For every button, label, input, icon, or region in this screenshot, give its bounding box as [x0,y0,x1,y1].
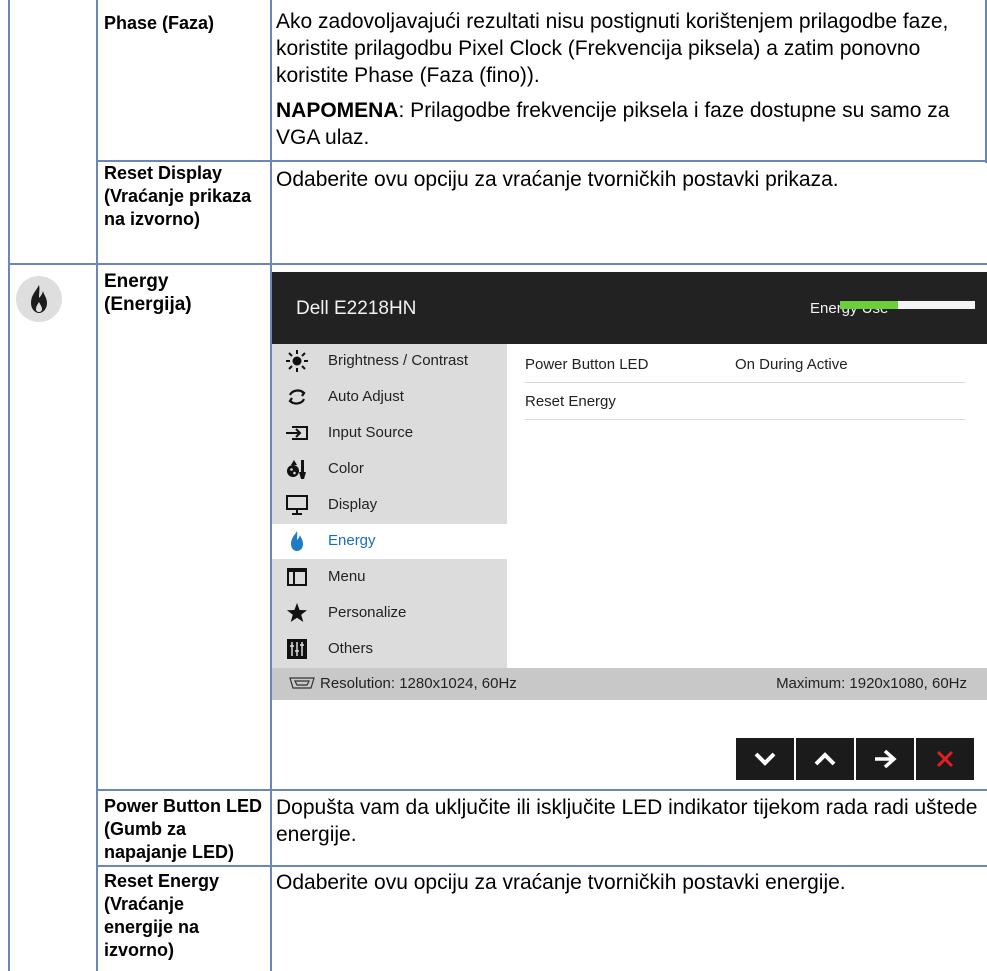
auto-adjust-icon [285,385,309,409]
desc-phase-text: Ako zadovoljavajući rezultati nisu posti… [276,10,949,87]
term-energy: Energy (Energija) [104,271,192,315]
vga-connector-icon [289,677,315,689]
resolution-text: Resolution: 1280x1024, 60Hz [320,675,517,692]
osd-menu-label: Input Source [328,424,414,441]
desc-power-button-led: Dopušta vam da uključite ili isključite … [276,796,978,846]
sun-icon [285,349,309,373]
right-arrow-icon [875,749,897,769]
osd-menu-label: Auto Adjust [328,388,404,405]
close-icon [936,750,954,768]
max-resolution-text: Maximum: 1920x1080, 60Hz [776,675,967,692]
osd-menu-item-auto-adjust[interactable]: Auto Adjust [272,380,507,415]
osd-menu-label: Energy [328,532,376,549]
desc-phase: Ako zadovoljavajući rezultati nisu posti… [276,8,982,151]
option-name: Power Button LED [525,356,649,373]
osd-option-reset-energy[interactable]: Reset Energy [525,383,965,420]
term-phase: Phase (Faza) [104,13,215,33]
note-phase: NAPOMENA: Prilagodbe frekvencije piksela… [276,97,982,151]
option-name: Reset Energy [525,393,616,410]
note-label: NAPOMENA [276,99,399,122]
osd-header: Dell E2218HN Energy Use [272,272,987,344]
term-power-button-led: Power Button LED (Gumb za napajanje LED) [104,796,262,862]
down-button[interactable] [736,738,794,780]
osd-menu-item-brightness-contrast[interactable]: Brightness / Contrast [272,344,507,379]
energy-use-bar-fill [840,301,899,309]
input-source-icon [285,421,309,445]
osd-menu-label: Color [328,460,364,477]
flame-icon [31,285,47,313]
osd-nav-buttons [736,738,974,780]
osd-menu-screenshot: Dell E2218HN Energy Use Brightness / Con… [272,272,987,700]
osd-menu-label: Others [328,640,374,657]
exit-button[interactable] [916,738,974,780]
table-row-divider [96,865,987,867]
term-reset-energy: Reset Energy (Vraćanje energije na izvor… [104,871,220,960]
osd-menu-item-input-source[interactable]: Input Source [272,416,507,451]
color-icon [285,457,309,481]
energy-use-bar [840,301,975,309]
others-icon [285,637,309,661]
star-icon [285,601,309,625]
osd-menu-label: Personalize [328,604,407,621]
enter-button[interactable] [856,738,914,780]
osd-menu-label: Brightness / Contrast [328,352,469,369]
osd-title: Dell E2218HN [296,298,417,319]
down-arrow-icon [754,752,776,766]
desc-reset-energy: Odaberite ovu opciju za vraćanje tvornič… [276,871,846,894]
osd-menu-item-display[interactable]: Display [272,488,507,523]
desc-reset-display: Odaberite ovu opciju za vraćanje tvornič… [276,168,839,191]
table-border-left [8,0,10,971]
up-arrow-icon [814,752,836,766]
osd-status-bar: Resolution: 1280x1024, 60Hz Maximum: 192… [272,668,987,700]
term-reset-display: Reset Display (Vraćanje prikaza na izvor… [104,163,252,229]
energy-section-icon [16,276,62,322]
osd-content-panel: Power Button LED On During Active Reset … [507,344,987,668]
osd-option-power-button-led[interactable]: Power Button LED On During Active [525,346,965,383]
osd-menu-item-personalize[interactable]: Personalize [272,596,507,631]
table-border-col1 [96,0,98,971]
menu-icon [285,565,309,589]
up-button[interactable] [796,738,854,780]
energy-icon [285,529,309,553]
osd-menu-item-others[interactable]: Others [272,632,507,667]
table-row-divider [96,789,987,791]
osd-sidebar: Brightness / Contrast Auto Adjust Input … [272,344,507,668]
option-value: On During Active [735,356,848,373]
osd-menu-label: Menu [328,568,366,585]
osd-menu-item-energy[interactable]: Energy [272,524,507,559]
osd-menu-item-menu[interactable]: Menu [272,560,507,595]
osd-menu-label: Display [328,496,378,513]
display-icon [285,493,309,517]
osd-menu-item-color[interactable]: Color [272,452,507,487]
table-row-divider [8,263,987,265]
